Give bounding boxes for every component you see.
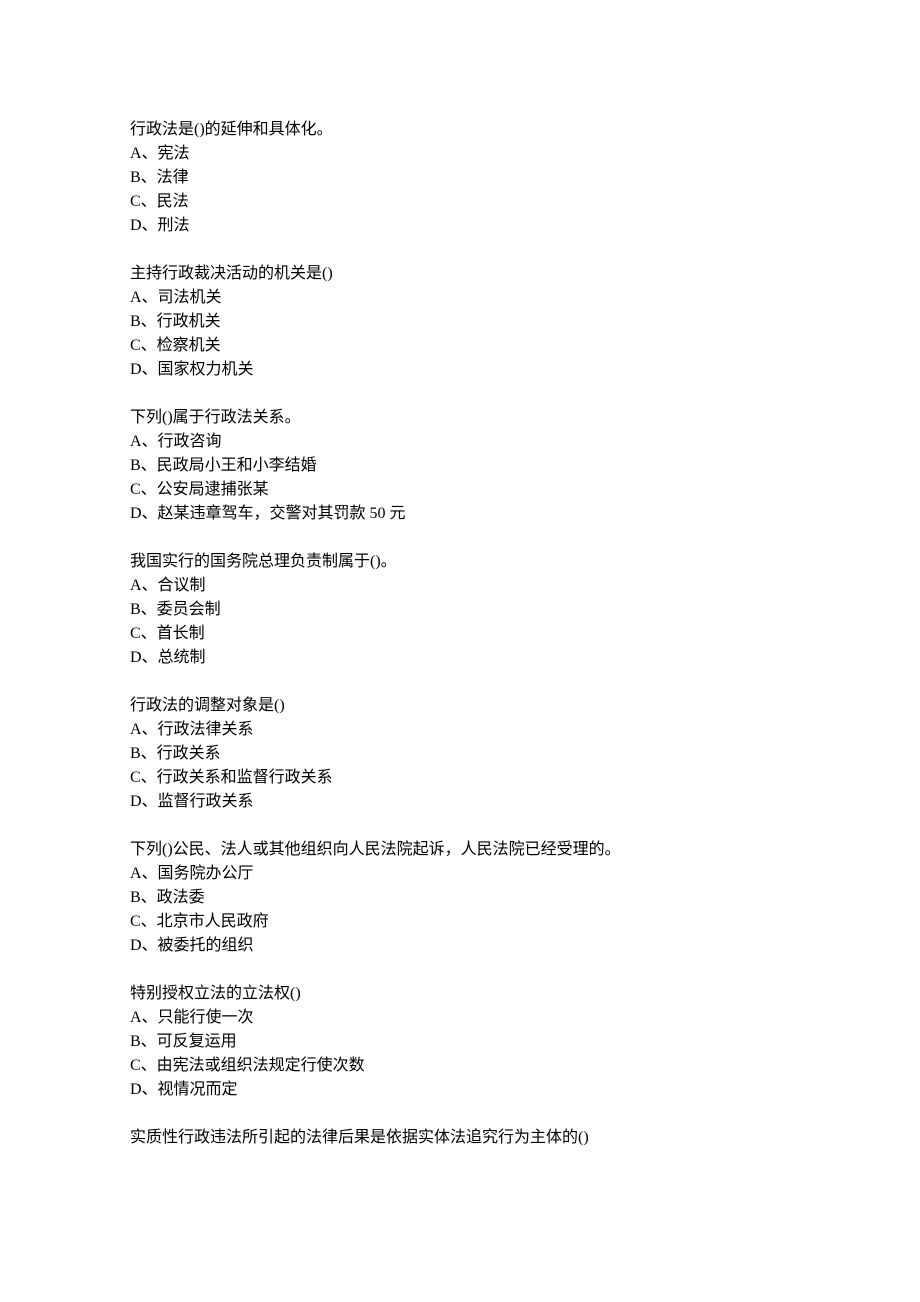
question-stem: 下列()公民、法人或其他组织向人民法院起诉，人民法院已经受理的。 [130, 838, 790, 862]
question-option: D、刑法 [130, 214, 790, 238]
question-block: 行政法是()的延伸和具体化。 A、宪法 B、法律 C、民法 D、刑法 [130, 118, 790, 238]
question-option: A、宪法 [130, 142, 790, 166]
question-option: A、行政法律关系 [130, 718, 790, 742]
question-option: B、委员会制 [130, 598, 790, 622]
question-option: C、行政关系和监督行政关系 [130, 766, 790, 790]
question-stem: 我国实行的国务院总理负责制属于()。 [130, 550, 790, 574]
question-block: 主持行政裁决活动的机关是() A、司法机关 B、行政机关 C、检察机关 D、国家… [130, 262, 790, 382]
question-option: D、监督行政关系 [130, 790, 790, 814]
question-option: D、总统制 [130, 646, 790, 670]
question-option: B、可反复运用 [130, 1030, 790, 1054]
question-block: 特别授权立法的立法权() A、只能行使一次 B、可反复运用 C、由宪法或组织法规… [130, 982, 790, 1102]
question-option: B、法律 [130, 166, 790, 190]
question-option: B、民政局小王和小李结婚 [130, 454, 790, 478]
question-block: 下列()属于行政法关系。 A、行政咨询 B、民政局小王和小李结婚 C、公安局逮捕… [130, 406, 790, 526]
question-option: D、国家权力机关 [130, 358, 790, 382]
question-option: B、行政机关 [130, 310, 790, 334]
question-option: C、公安局逮捕张某 [130, 478, 790, 502]
question-stem: 行政法的调整对象是() [130, 694, 790, 718]
question-option: D、视情况而定 [130, 1078, 790, 1102]
document-page: 行政法是()的延伸和具体化。 A、宪法 B、法律 C、民法 D、刑法 主持行政裁… [0, 0, 920, 1302]
question-block: 行政法的调整对象是() A、行政法律关系 B、行政关系 C、行政关系和监督行政关… [130, 694, 790, 814]
question-option: A、国务院办公厅 [130, 862, 790, 886]
question-option: B、行政关系 [130, 742, 790, 766]
question-stem: 实质性行政违法所引起的法律后果是依据实体法追究行为主体的() [130, 1126, 790, 1150]
question-option: C、民法 [130, 190, 790, 214]
question-option: B、政法委 [130, 886, 790, 910]
question-option: A、司法机关 [130, 286, 790, 310]
question-option: C、由宪法或组织法规定行使次数 [130, 1054, 790, 1078]
question-stem: 特别授权立法的立法权() [130, 982, 790, 1006]
question-option: C、检察机关 [130, 334, 790, 358]
question-option: D、赵某违章驾车，交警对其罚款 50 元 [130, 502, 790, 526]
question-stem: 行政法是()的延伸和具体化。 [130, 118, 790, 142]
question-option: A、合议制 [130, 574, 790, 598]
question-option: A、行政咨询 [130, 430, 790, 454]
question-option: D、被委托的组织 [130, 934, 790, 958]
question-option: C、北京市人民政府 [130, 910, 790, 934]
question-stem: 主持行政裁决活动的机关是() [130, 262, 790, 286]
question-block: 实质性行政违法所引起的法律后果是依据实体法追究行为主体的() [130, 1126, 790, 1150]
question-option: A、只能行使一次 [130, 1006, 790, 1030]
question-block: 下列()公民、法人或其他组织向人民法院起诉，人民法院已经受理的。 A、国务院办公… [130, 838, 790, 958]
question-option: C、首长制 [130, 622, 790, 646]
question-stem: 下列()属于行政法关系。 [130, 406, 790, 430]
question-block: 我国实行的国务院总理负责制属于()。 A、合议制 B、委员会制 C、首长制 D、… [130, 550, 790, 670]
